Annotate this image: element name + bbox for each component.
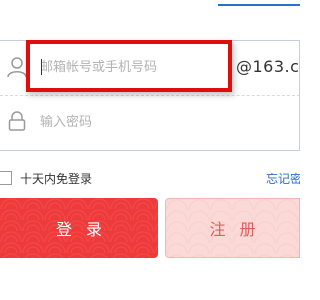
- active-tab-indicator: [218, 4, 300, 6]
- password-input[interactable]: [40, 110, 230, 134]
- remember-checkbox[interactable]: [0, 171, 12, 185]
- remember-login[interactable]: 十天内免登录: [0, 168, 92, 188]
- text-caret: [41, 59, 42, 75]
- lock-icon: [8, 111, 26, 131]
- forgot-password-link[interactable]: 忘记密: [266, 170, 300, 187]
- email-domain-suffix: @163.co: [236, 57, 300, 76]
- register-button-label: 注册: [209, 220, 270, 239]
- account-row: @163.co: [0, 40, 300, 96]
- account-input[interactable]: [40, 55, 230, 79]
- login-panel: @163.co 十天内免登录 忘记密 登录 注册: [0, 0, 300, 300]
- login-button[interactable]: 登录: [0, 198, 158, 258]
- user-icon: [7, 57, 27, 78]
- register-button[interactable]: 注册: [165, 198, 300, 258]
- login-button-label: 登录: [55, 220, 116, 239]
- remember-label: 十天内免登录: [20, 171, 93, 186]
- password-row: [0, 95, 300, 151]
